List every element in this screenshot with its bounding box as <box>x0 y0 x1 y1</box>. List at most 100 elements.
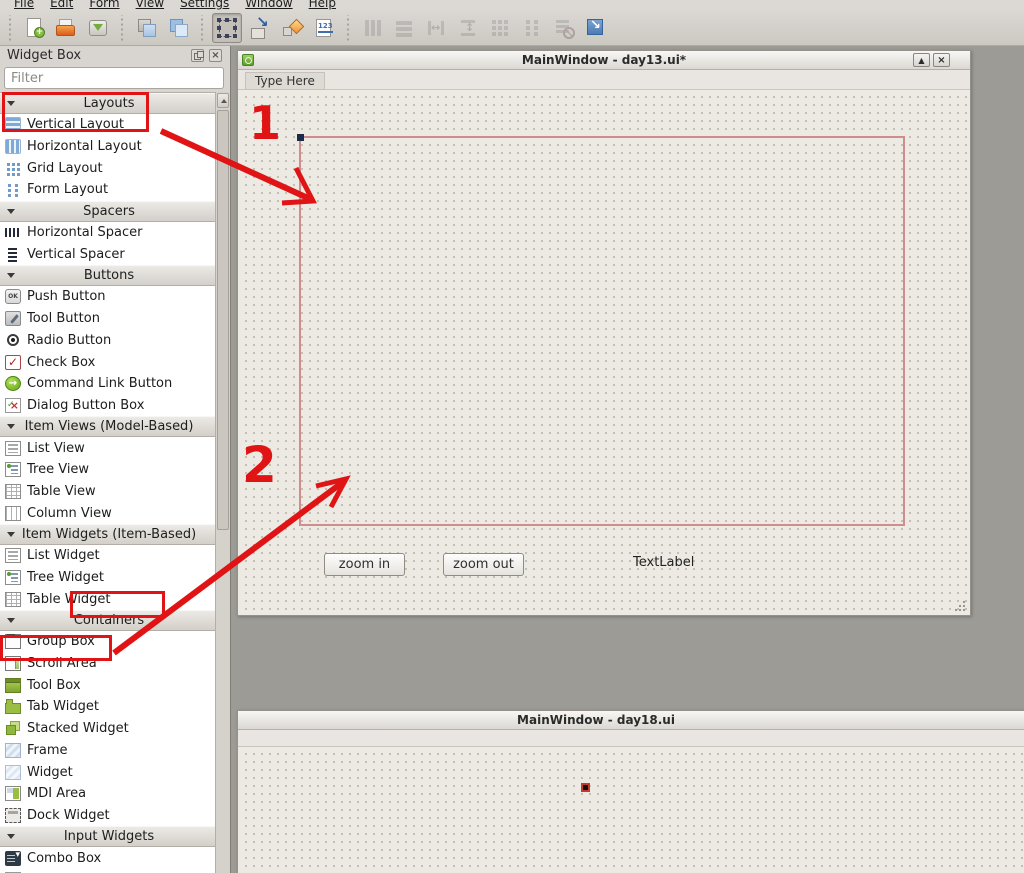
widget-item-tab-widget[interactable]: Tab Widget <box>0 696 215 718</box>
widget-item-frame[interactable]: Frame <box>0 740 215 762</box>
collapse-arrow-icon <box>7 273 15 278</box>
widget-item-label: Tree Widget <box>27 570 104 585</box>
push-button-icon <box>5 289 21 304</box>
scroll-area-widget[interactable] <box>299 136 905 526</box>
combo-box-icon <box>5 851 21 866</box>
widget-item-dock-widget[interactable]: Dock Widget <box>0 805 215 827</box>
form-window-day13: MainWindow - day13.ui* ▲ × Type Here zoo… <box>237 50 971 616</box>
day18-titlebar[interactable]: MainWindow - day18.ui <box>238 711 1024 730</box>
close-dock-icon[interactable]: × <box>209 49 222 62</box>
new-form-button[interactable] <box>20 14 48 42</box>
adjust-size-button[interactable] <box>582 14 610 42</box>
day18-form-canvas[interactable] <box>239 747 1024 873</box>
edit-tab-order-button[interactable] <box>310 14 338 42</box>
tree-view-icon <box>5 462 21 477</box>
save-form-button[interactable] <box>84 14 112 42</box>
layout-form-icon <box>521 17 543 39</box>
widget-filter-input[interactable] <box>4 67 224 89</box>
table-widget-icon <box>5 592 21 607</box>
stacked-widget-icon <box>5 721 21 736</box>
widget-item-tree-widget[interactable]: Tree Widget <box>0 567 215 589</box>
widget-item-radio-button[interactable]: Radio Button <box>0 330 215 352</box>
widget-item-list-widget[interactable]: List Widget <box>0 545 215 567</box>
menu-settings[interactable]: Settings <box>172 0 237 10</box>
float-dock-icon[interactable] <box>191 49 204 62</box>
selected-widget-handle[interactable] <box>581 783 590 792</box>
widget-item-push-button[interactable]: Push Button <box>0 286 215 308</box>
widget-item-tree-view[interactable]: Tree View <box>0 459 215 481</box>
category-spacers[interactable]: Spacers <box>0 201 215 222</box>
edit-signals-slots-button[interactable] <box>246 14 274 42</box>
scrollbar-thumb[interactable] <box>217 110 229 530</box>
category-item-views-model-based[interactable]: Item Views (Model-Based) <box>0 416 215 437</box>
windows-stack-icon <box>135 17 157 39</box>
maximize-icon[interactable]: ▲ <box>913 53 930 67</box>
zoom-out-button[interactable]: zoom out <box>443 553 524 576</box>
widget-item-horizontal-spacer[interactable]: Horizontal Spacer <box>0 222 215 244</box>
widget-item-tool-box[interactable]: Tool Box <box>0 674 215 696</box>
widget-item-form-layout[interactable]: Form Layout <box>0 179 215 201</box>
widget-item-vertical-layout[interactable]: Vertical Layout <box>0 114 215 136</box>
widget-item-check-box[interactable]: Check Box <box>0 351 215 373</box>
widget-item-list-view[interactable]: List View <box>0 437 215 459</box>
widget-item-vertical-spacer[interactable]: Vertical Spacer <box>0 243 215 265</box>
widget-item-horizontal-layout[interactable]: Horizontal Layout <box>0 136 215 158</box>
collapse-arrow-icon <box>7 618 15 623</box>
category-buttons[interactable]: Buttons <box>0 265 215 286</box>
menu-edit[interactable]: Edit <box>42 0 81 10</box>
widget-item-label: Vertical Spacer <box>27 247 125 262</box>
widget-item-command-link-button[interactable]: Command Link Button <box>0 373 215 395</box>
zoom-in-button[interactable]: zoom in <box>324 553 405 576</box>
category-containers[interactable]: Containers <box>0 610 215 631</box>
category-layouts[interactable]: Layouts <box>0 93 215 114</box>
widget-item-table-widget[interactable]: Table Widget <box>0 588 215 610</box>
size-grip-icon[interactable] <box>953 599 966 612</box>
menu-window[interactable]: Window <box>237 0 300 10</box>
widget-item-font-combo-box[interactable]: Font Combo Box <box>0 869 215 873</box>
widget-item-stacked-widget[interactable]: Stacked Widget <box>0 718 215 740</box>
widget-item-widget[interactable]: Widget <box>0 761 215 783</box>
widget-item-label: Vertical Layout <box>27 117 124 132</box>
menu-help[interactable]: Help <box>301 0 344 10</box>
category-input-widgets[interactable]: Input Widgets <box>0 826 215 847</box>
widget-box-scrollbar[interactable] <box>215 92 230 873</box>
scroll-area-selection-handle[interactable] <box>297 134 304 141</box>
widget-item-group-box[interactable]: Group Box <box>0 631 215 653</box>
category-label: Item Views (Model-Based) <box>21 419 197 434</box>
menu-view[interactable]: View <box>128 0 172 10</box>
day18-form-menubar <box>238 730 1024 747</box>
dialog-button-box-icon <box>5 398 21 413</box>
day13-form-canvas[interactable]: zoom in zoom out TextLabel <box>239 90 969 614</box>
widget-item-tool-button[interactable]: Tool Button <box>0 308 215 330</box>
toolbar-grip <box>199 15 205 41</box>
text-label-widget[interactable]: TextLabel <box>633 555 694 570</box>
menu-row: FileEditFormViewSettingsWindowHelp <box>0 0 1024 10</box>
widget-item-table-view[interactable]: Table View <box>0 481 215 503</box>
layout-vertically-icon <box>393 17 415 39</box>
widget-item-label: Dialog Button Box <box>27 398 144 413</box>
scrollbar-up-icon[interactable] <box>217 93 229 108</box>
windows-tile-button[interactable] <box>164 14 192 42</box>
widget-item-scroll-area[interactable]: Scroll Area <box>0 653 215 675</box>
widget-item-label: Push Button <box>27 289 106 304</box>
widget-item-column-view[interactable]: Column View <box>0 502 215 524</box>
menu-file[interactable]: File <box>6 0 42 10</box>
category-item-widgets-item-based[interactable]: Item Widgets (Item-Based) <box>0 524 215 545</box>
layout-vertically-button <box>390 14 418 42</box>
list-view-icon <box>5 441 21 456</box>
break-layout-button <box>550 14 578 42</box>
edit-widgets-button[interactable] <box>212 13 242 43</box>
toolbar-grip <box>7 15 13 41</box>
open-form-button[interactable] <box>52 14 80 42</box>
widget-item-combo-box[interactable]: Combo Box <box>0 847 215 869</box>
widget-item-grid-layout[interactable]: Grid Layout <box>0 157 215 179</box>
menu-form[interactable]: Form <box>81 0 127 10</box>
type-here-menu-placeholder[interactable]: Type Here <box>245 72 325 90</box>
windows-stack-button[interactable] <box>132 14 160 42</box>
widget-icon <box>5 765 21 780</box>
day13-titlebar[interactable]: MainWindow - day13.ui* ▲ × <box>238 51 970 70</box>
widget-item-mdi-area[interactable]: MDI Area <box>0 783 215 805</box>
close-icon[interactable]: × <box>933 53 950 67</box>
widget-item-dialog-button-box[interactable]: Dialog Button Box <box>0 395 215 417</box>
edit-buddies-button[interactable] <box>278 14 306 42</box>
